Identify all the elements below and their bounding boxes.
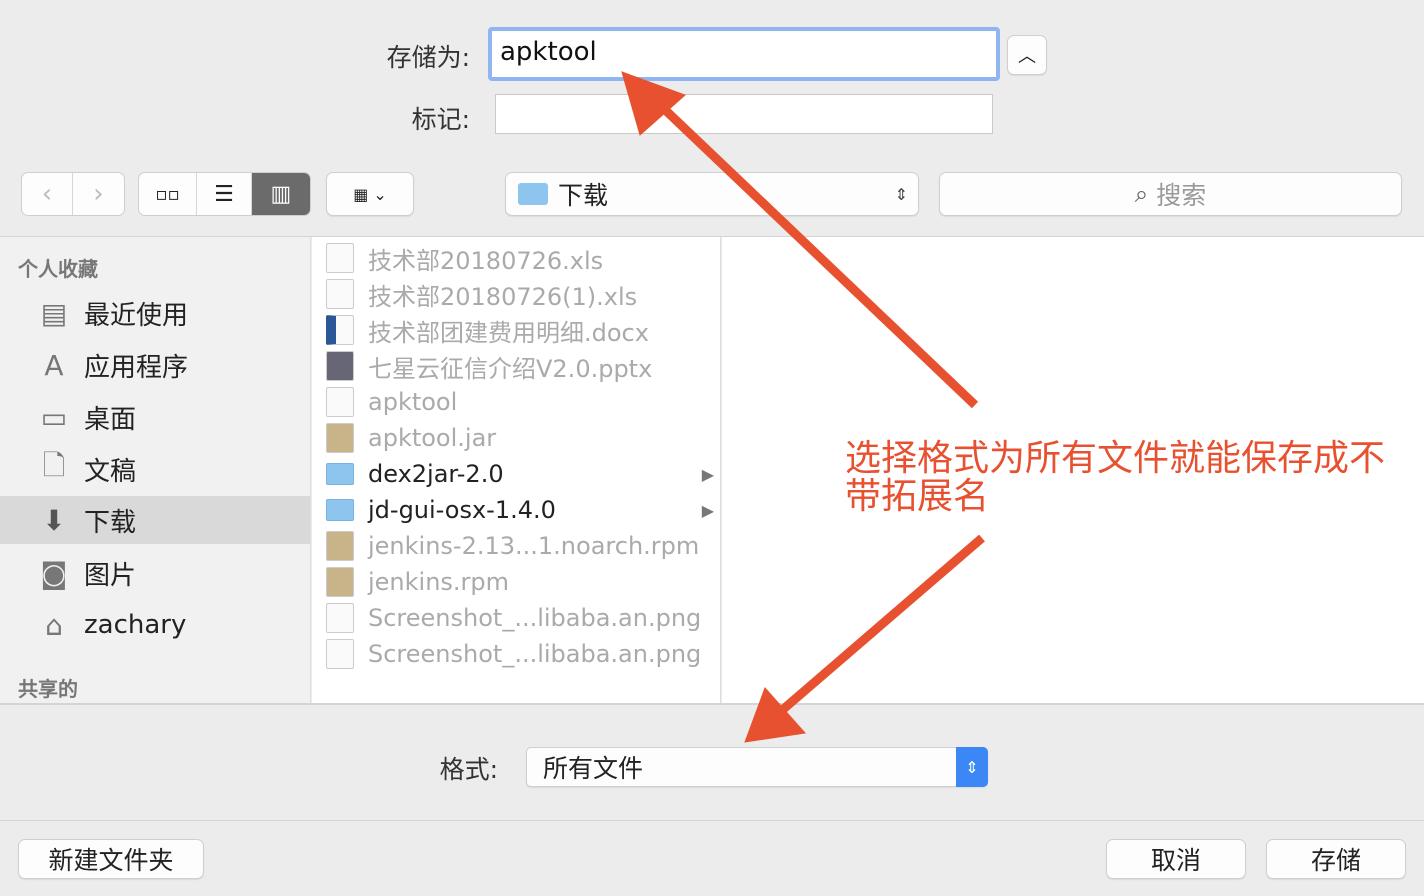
updown-chevron-icon: ⇕ <box>956 747 988 787</box>
cancel-button[interactable]: 取消 <box>1106 839 1246 879</box>
new-folder-button[interactable]: 新建文件夹 <box>18 839 204 879</box>
format-value: 所有文件 <box>543 754 644 783</box>
arrow-to-format <box>777 534 985 716</box>
arrow-to-filename <box>656 101 979 409</box>
divider <box>0 820 1424 821</box>
save-button[interactable]: 存储 <box>1266 839 1406 879</box>
format-label: 格式: <box>439 755 498 784</box>
format-select[interactable]: 所有文件 ⇕ <box>526 747 988 787</box>
